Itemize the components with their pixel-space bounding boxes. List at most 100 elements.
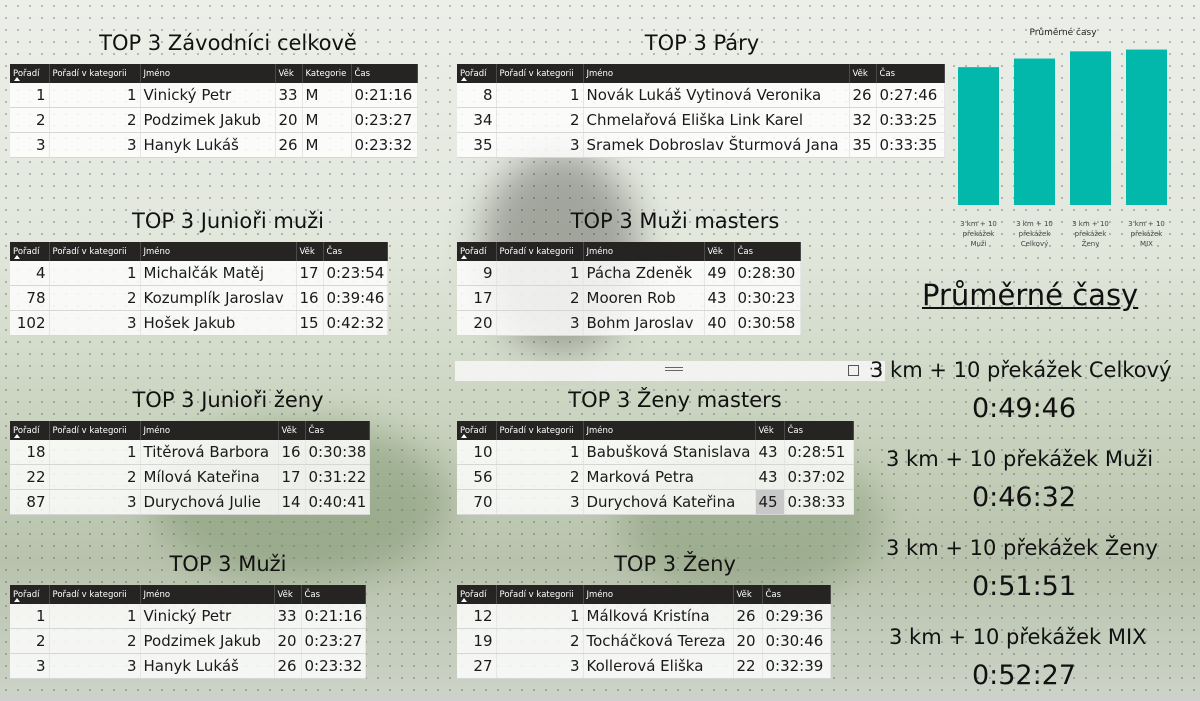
masters-men-table[interactable]: Pořadí Pořadí v kategorii Jméno Věk Čas 9 1 Pác… <box>457 242 801 336</box>
column-header[interactable]: Pořadí <box>457 242 497 261</box>
column-header[interactable]: Jméno <box>583 421 756 440</box>
masters-women-table[interactable]: Pořadí Pořadí v kategorii Jméno Věk Čas 10 1 Ba… <box>457 421 854 515</box>
column-header[interactable]: Věk <box>755 421 785 440</box>
table-row[interactable]: 102 3 Hošek Jakub 15 0:42:32 <box>10 310 388 336</box>
column-header[interactable]: Pořadí <box>10 242 50 261</box>
average-times-heading: Průměrné časy <box>922 278 1139 312</box>
column-header[interactable]: Pořadí v kategorii <box>49 421 141 440</box>
table-cell: 87 <box>10 489 50 515</box>
overall-table[interactable]: Pořadí Pořadí v kategorii Jméno Věk Kategori… <box>10 64 418 158</box>
table-row[interactable]: 12 1 Málková Kristína 26 0:29:36 <box>457 604 831 629</box>
visual-header-bar[interactable]: ⋯ <box>455 361 885 381</box>
column-header[interactable]: Jméno <box>140 585 275 604</box>
table-cell: 3 <box>496 132 584 158</box>
column-header[interactable]: Pořadí v kategorii <box>49 242 141 261</box>
column-header[interactable]: Věk <box>296 242 324 261</box>
table-cell: 0:37:02 <box>784 464 854 490</box>
column-header[interactable]: Jméno <box>583 64 850 83</box>
column-header[interactable]: Pořadí <box>457 421 497 440</box>
drag-grip-icon[interactable] <box>665 367 683 371</box>
junior-women-table[interactable]: Pořadí Pořadí v kategorii Jméno Věk Čas 18 1 Ti… <box>10 421 370 515</box>
table-cell: 17 <box>296 261 324 286</box>
table-cell: 0:29:36 <box>762 604 831 629</box>
table-cell: Hošek Jakub <box>140 310 297 336</box>
column-header[interactable]: Věk <box>733 585 763 604</box>
table-row[interactable]: 56 2 Marková Petra 43 0:37:02 <box>457 464 854 490</box>
table-cell: 0:23:32 <box>301 653 366 679</box>
table-row[interactable]: 20 3 Bohm Jaroslav 40 0:30:58 <box>457 310 801 336</box>
column-header[interactable]: Pořadí <box>10 421 50 440</box>
column-header[interactable]: Čas <box>301 585 366 604</box>
junior-men-table[interactable]: Pořadí Pořadí v kategorii Jméno Věk Čas 4 1 Mic… <box>10 242 388 336</box>
column-header[interactable]: Věk <box>704 242 735 261</box>
column-header[interactable]: Věk <box>274 585 302 604</box>
column-header[interactable]: Pořadí <box>457 585 497 604</box>
column-header[interactable]: Čas <box>305 421 370 440</box>
column-header[interactable]: Jméno <box>583 585 734 604</box>
table-row[interactable]: 10 1 Babušková Stanislava 43 0:28:51 <box>457 440 854 465</box>
table-row[interactable]: 3 3 Hanyk Lukáš 26 0:23:32 <box>10 653 366 679</box>
column-header[interactable]: Věk <box>849 64 877 83</box>
column-header[interactable]: Čas <box>762 585 831 604</box>
table-cell: 2 <box>496 628 584 654</box>
men-table[interactable]: Pořadí Pořadí v kategorii Jméno Věk Čas 1 1 Vin… <box>10 585 366 679</box>
table-row[interactable]: 70 3 Durychová Kateřina 45 0:38:33 <box>457 489 854 515</box>
chart-bar[interactable] <box>1070 51 1111 206</box>
column-header[interactable]: Pořadí v kategorii <box>496 585 584 604</box>
table-row[interactable]: 9 1 Pácha Zdeněk 49 0:28:30 <box>457 261 801 286</box>
focus-mode-icon[interactable] <box>848 365 859 376</box>
table-row[interactable]: 1 1 Vinický Petr 33 0:21:16 <box>10 604 366 629</box>
column-header[interactable]: Pořadí <box>10 64 50 83</box>
table-row[interactable]: 18 1 Titěrová Barbora 16 0:30:38 <box>10 440 370 465</box>
column-header[interactable]: Pořadí <box>457 64 497 83</box>
column-header[interactable]: Jméno <box>583 242 705 261</box>
column-header[interactable]: Čas <box>876 64 945 83</box>
table-cell: 35 <box>849 132 877 158</box>
table-row[interactable]: 78 2 Kozumplík Jaroslav 16 0:39:46 <box>10 285 388 311</box>
table-row[interactable]: 19 2 Tocháčková Tereza 20 0:30:46 <box>457 628 831 654</box>
table-row[interactable]: 22 2 Mílová Kateřina 17 0:31:22 <box>10 464 370 490</box>
column-header[interactable]: Čas <box>351 64 418 83</box>
table-cell: 3 <box>496 489 584 515</box>
table-cell: Vinický Petr <box>140 604 275 629</box>
table-row[interactable]: 35 3 Sramek Dobroslav Šturmová Jana 35 0:33:… <box>457 132 945 158</box>
column-header[interactable]: Pořadí v kategorii <box>496 421 584 440</box>
chart-bar[interactable] <box>1126 49 1167 205</box>
column-header[interactable]: Pořadí <box>10 585 50 604</box>
column-header[interactable]: Jméno <box>140 242 297 261</box>
table-row[interactable]: 2 2 Podzimek Jakub 20 M 0:23:27 <box>10 107 418 133</box>
table-cell: 33 <box>274 604 302 629</box>
column-header[interactable]: Věk <box>275 64 303 83</box>
average-times-chart[interactable]: Průměrné časy 3 km + 10 překážek Muži 3 km … <box>948 25 1178 265</box>
women-table[interactable]: Pořadí Pořadí v kategorii Jméno Věk Čas 12 1 Má… <box>457 585 831 679</box>
table-row[interactable]: 1 1 Vinický Petr 33 M 0:21:16 <box>10 83 418 108</box>
pairs-table[interactable]: Pořadí Pořadí v kategorii Jméno Věk Čas 8 1 Nov… <box>457 64 945 158</box>
table-row[interactable]: 3 3 Hanyk Lukáš 26 M 0:23:32 <box>10 132 418 158</box>
table-row[interactable]: 87 3 Durychová Julie 14 0:40:41 <box>10 489 370 515</box>
table-cell: 20 <box>274 628 302 654</box>
table-row[interactable]: 27 3 Kollerová Eliška 22 0:32:39 <box>457 653 831 679</box>
table-row[interactable]: 17 2 Mooren Rob 43 0:30:23 <box>457 285 801 311</box>
table-cell: 26 <box>849 83 877 108</box>
column-header[interactable]: Čas <box>784 421 854 440</box>
table-cell: 40 <box>704 310 735 336</box>
chart-bar[interactable] <box>958 67 999 205</box>
column-header[interactable]: Jméno <box>140 421 279 440</box>
column-header[interactable]: Pořadí v kategorii <box>496 64 584 83</box>
column-header[interactable]: Čas <box>323 242 388 261</box>
chart-bar[interactable] <box>1014 58 1055 206</box>
table-row[interactable]: 8 1 Novák Lukáš Vytinová Veronika 26 0:27:46 <box>457 83 945 108</box>
table-cell: Podzimek Jakub <box>140 628 275 654</box>
column-header[interactable]: Pořadí v kategorii <box>49 64 141 83</box>
column-header[interactable]: Věk <box>278 421 306 440</box>
table-cell: 35 <box>457 132 497 158</box>
column-header[interactable]: Jméno <box>140 64 276 83</box>
table-row[interactable]: 2 2 Podzimek Jakub 20 0:23:27 <box>10 628 366 654</box>
table-row[interactable]: 4 1 Michalčák Matěj 17 0:23:54 <box>10 261 388 286</box>
column-header[interactable]: Čas <box>734 242 801 261</box>
column-header[interactable]: Pořadí v kategorii <box>49 585 141 604</box>
column-header[interactable]: Kategorie <box>302 64 352 83</box>
table-row[interactable]: 34 2 Chmelařová Eliška Link Karel 32 0:33:25 <box>457 107 945 133</box>
kpi-overall-value: 0:49:46 <box>971 393 1077 424</box>
column-header[interactable]: Pořadí v kategorii <box>496 242 584 261</box>
